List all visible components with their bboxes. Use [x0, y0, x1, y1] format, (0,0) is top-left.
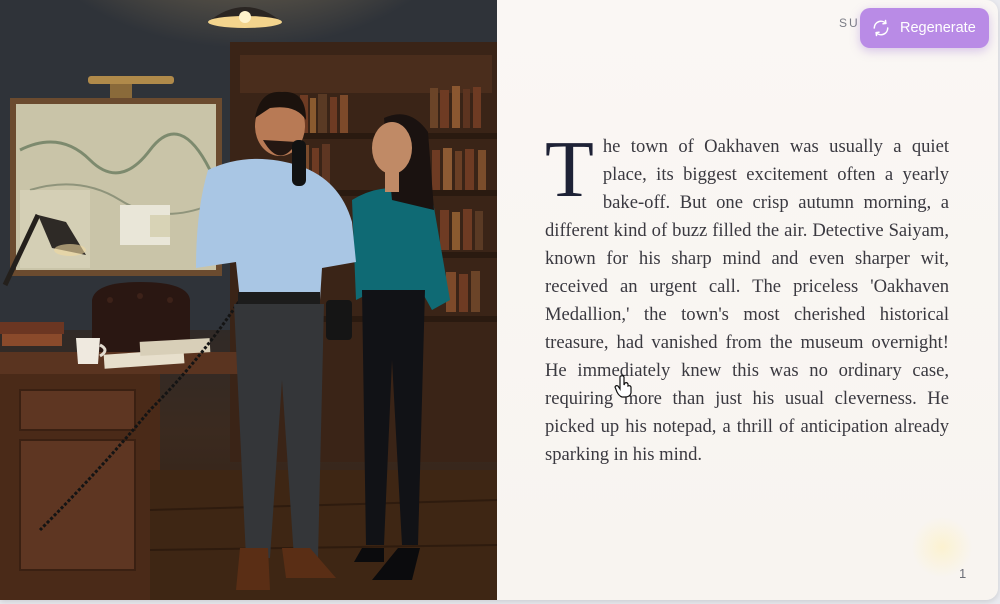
- refresh-icon: [872, 19, 890, 37]
- regenerate-button[interactable]: Regenerate: [860, 8, 989, 48]
- story-page: SUB Regenerate The town of Oakhaven was …: [497, 0, 998, 600]
- storybook-spread: SUB Regenerate The town of Oakhaven was …: [0, 0, 998, 600]
- hand-pointer-icon: [614, 374, 634, 398]
- story-paragraph: he town of Oakhaven was usually a quiet …: [545, 136, 949, 465]
- page-number: 1: [959, 566, 967, 581]
- regenerate-label: Regenerate: [900, 20, 976, 36]
- story-text-block: The town of Oakhaven was usually a quiet…: [545, 126, 949, 469]
- illustration-artwork: [0, 0, 497, 600]
- story-illustration: [0, 0, 497, 600]
- drop-cap: T: [545, 126, 594, 214]
